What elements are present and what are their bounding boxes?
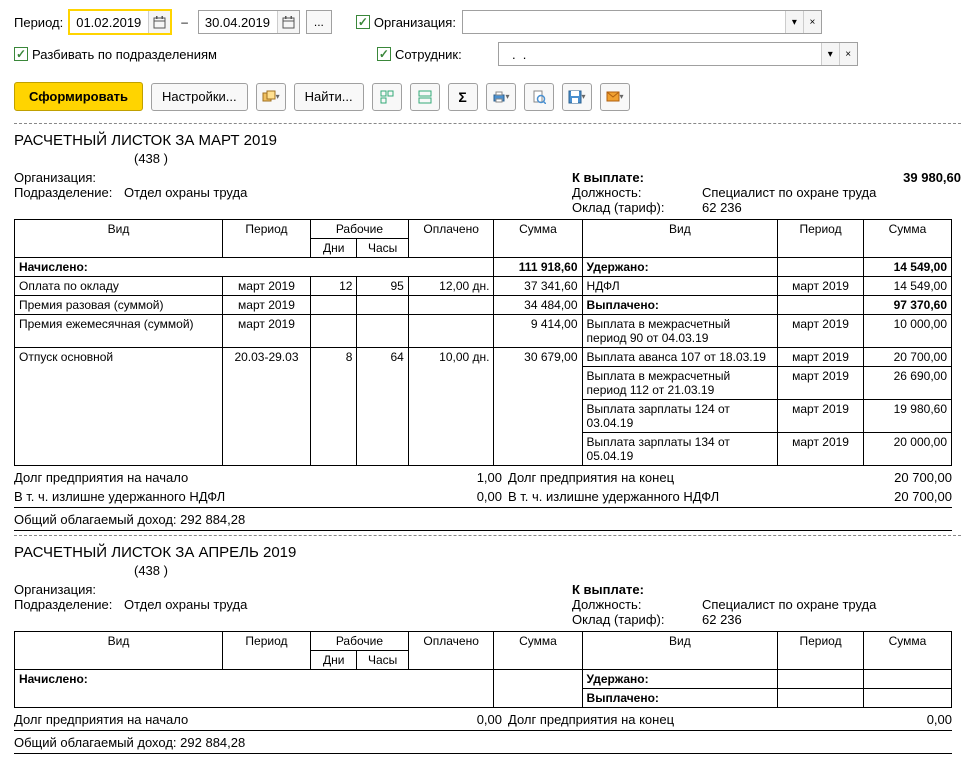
debt-start-val: 0,00	[432, 712, 502, 727]
slip2-empnum: (438 )	[14, 563, 961, 578]
dept-meta-label: Подразделение:	[14, 185, 124, 200]
date-to-input[interactable]	[199, 11, 277, 33]
debt-end-label: Долг предприятия на конец	[502, 470, 882, 485]
calendar-icon[interactable]	[277, 11, 299, 33]
org-label: Организация:	[374, 15, 456, 30]
period-dash: –	[181, 15, 188, 29]
mail-icon[interactable]: ▾	[600, 83, 630, 111]
debt-start-val: 1,00	[432, 470, 502, 485]
emp-dropdown[interactable]: ▾ ×	[498, 42, 858, 66]
date-from-wrap[interactable]	[69, 10, 171, 34]
divider	[14, 123, 961, 124]
org-checkbox[interactable]: ✓Организация:	[356, 15, 456, 30]
breakdown-label: Разбивать по подразделениям	[32, 47, 217, 62]
variants-button[interactable]: ▾	[256, 83, 286, 111]
taxable-label: Общий облагаемый доход:	[14, 512, 177, 527]
print-icon[interactable]: ▾	[486, 83, 516, 111]
clear-icon[interactable]: ×	[839, 43, 857, 65]
org-dropdown[interactable]: ▾ ×	[462, 10, 822, 34]
date-from-input[interactable]	[70, 11, 148, 33]
pos-value: Специалист по охране труда	[702, 597, 876, 612]
pay-label: К выплате:	[572, 170, 702, 185]
clear-icon[interactable]: ×	[803, 11, 821, 33]
date-to-wrap[interactable]	[198, 10, 300, 34]
pay-value: 39 980,60	[903, 170, 961, 185]
period-label: Период:	[14, 15, 63, 30]
emp-checkbox[interactable]: ✓Сотрудник:	[377, 47, 462, 62]
settings-button[interactable]: Настройки...	[151, 83, 248, 111]
rate-label: Оклад (тариф):	[572, 200, 702, 215]
dept-meta-value: Отдел охраны труда	[124, 597, 247, 612]
period-select-button[interactable]: ...	[306, 10, 332, 34]
debt-end-label: Долг предприятия на конец	[502, 712, 882, 727]
slip1-empnum: (438 )	[14, 151, 961, 166]
dept-meta-label: Подразделение:	[14, 597, 124, 612]
collapse-groups-icon[interactable]	[410, 83, 440, 111]
org-input[interactable]	[463, 11, 785, 33]
ndfl-over-start: 0,00	[432, 489, 502, 504]
org-meta-label: Организация:	[14, 170, 124, 185]
slip1-title: РАСЧЕТНЫЙ ЛИСТОК ЗА МАРТ 2019	[14, 132, 961, 149]
taxable-val: 292 884,28	[180, 512, 245, 527]
breakdown-checkbox[interactable]: ✓Разбивать по подразделениям	[14, 47, 217, 62]
ndfl-over-end: 20 700,00	[882, 489, 952, 504]
dept-meta-value: Отдел охраны труда	[124, 185, 247, 200]
debt-start-label: Долг предприятия на начало	[14, 470, 432, 485]
debt-end-val: 0,00	[882, 712, 952, 727]
ndfl-over-label2: В т. ч. излишне удержанного НДФЛ	[502, 489, 882, 504]
slip1-table: Вид Период Рабочие Оплачено Сумма Вид Пе…	[14, 219, 952, 466]
emp-input[interactable]	[499, 43, 821, 65]
divider	[14, 535, 961, 536]
calendar-icon[interactable]	[148, 11, 170, 33]
slip2-title: РАСЧЕТНЫЙ ЛИСТОК ЗА АПРЕЛЬ 2019	[14, 544, 961, 561]
pos-label: Должность:	[572, 185, 702, 200]
find-button[interactable]: Найти...	[294, 83, 364, 111]
generate-button[interactable]: Сформировать	[14, 82, 143, 111]
pay-label: К выплате:	[572, 582, 702, 597]
preview-icon[interactable]	[524, 83, 554, 111]
org-meta-label: Организация:	[14, 582, 124, 597]
chevron-down-icon[interactable]: ▾	[821, 43, 839, 65]
rate-value: 62 236	[702, 612, 742, 627]
save-icon[interactable]: ▾	[562, 83, 592, 111]
emp-label: Сотрудник:	[395, 47, 462, 62]
pos-value: Специалист по охране труда	[702, 185, 876, 200]
slip2-table: Вид Период Рабочие Оплачено Сумма Вид Пе…	[14, 631, 952, 708]
taxable-label: Общий облагаемый доход:	[14, 735, 177, 750]
ndfl-over-label: В т. ч. излишне удержанного НДФЛ	[14, 489, 432, 504]
pos-label: Должность:	[572, 597, 702, 612]
expand-groups-icon[interactable]	[372, 83, 402, 111]
taxable-val: 292 884,28	[180, 735, 245, 750]
rate-value: 62 236	[702, 200, 742, 215]
sum-icon[interactable]: Σ	[448, 83, 478, 111]
rate-label: Оклад (тариф):	[572, 612, 702, 627]
debt-start-label: Долг предприятия на начало	[14, 712, 432, 727]
debt-end-val: 20 700,00	[882, 470, 952, 485]
chevron-down-icon[interactable]: ▾	[785, 11, 803, 33]
